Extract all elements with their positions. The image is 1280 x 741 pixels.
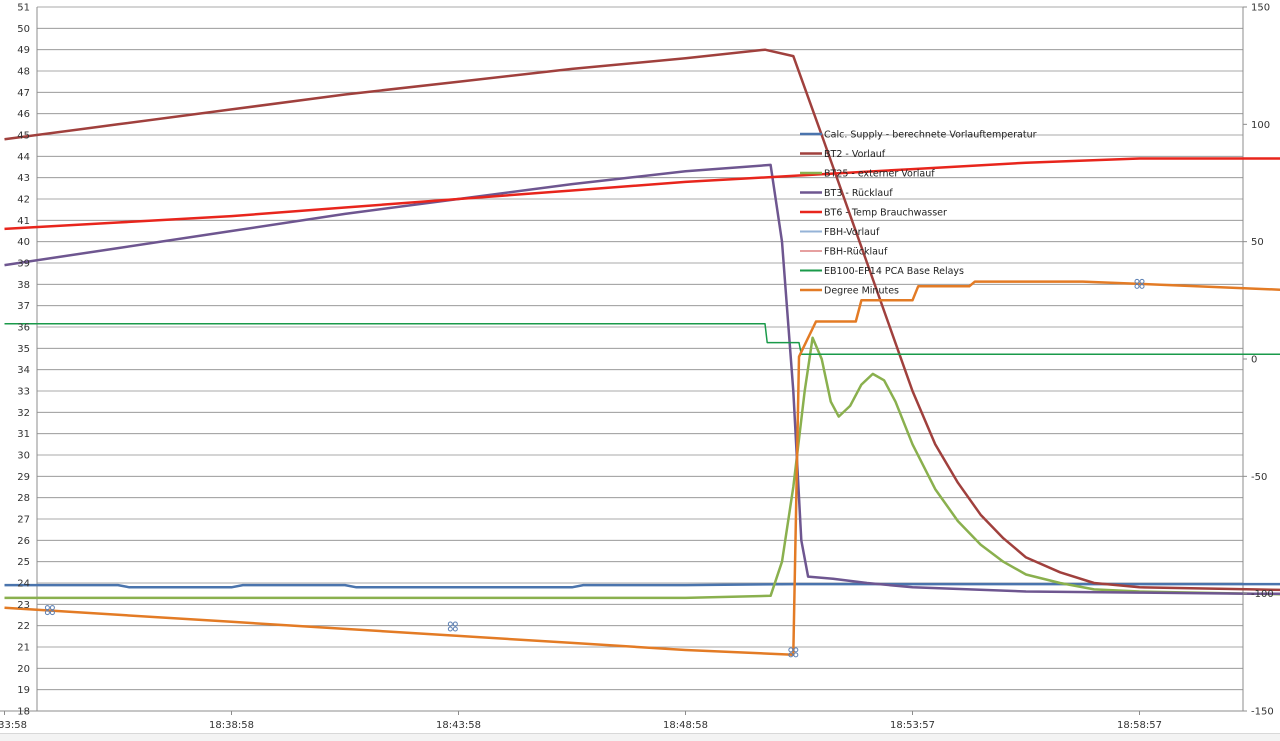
y-left-tick-label: 33	[17, 387, 30, 398]
y-left-tick-label: 45	[17, 131, 30, 142]
legend-label-3: BT3 - Rücklauf	[824, 188, 893, 199]
x-tick-label: 18:58:57	[1117, 720, 1162, 731]
y-left-tick-label: 41	[17, 216, 30, 227]
x-tick-label: 18:48:58	[663, 720, 708, 731]
x-tick-label: 18:38:58	[209, 720, 254, 731]
y-left-tick-label: 23	[17, 600, 30, 611]
legend-label-1: BT2 - Vorlauf	[824, 149, 886, 160]
y-left-tick-label: 26	[17, 536, 30, 547]
y-left-tick-label: 21	[17, 643, 30, 654]
y-left-tick-label: 49	[17, 45, 30, 56]
y-left-tick-label: 22	[17, 621, 30, 632]
y-left-tick-label: 42	[17, 195, 30, 206]
y-right-tick-label: 150	[1251, 3, 1270, 14]
y-left-tick-label: 29	[17, 472, 30, 483]
y-left-tick-label: 44	[17, 152, 30, 163]
y-left-tick-label: 18	[17, 707, 30, 718]
chart: 18 19 20 21 22 23 24 25 26 27 28 29 30 31 32 33 34 35 36 37…	[0, 0, 1280, 740]
y-left-tick-label: 50	[17, 24, 30, 35]
y-left-tick-label: 36	[17, 323, 30, 334]
y-left-tick-label: 35	[17, 344, 30, 355]
y-left-tick-label: 28	[17, 493, 30, 504]
y-left-tick-label: 38	[17, 280, 30, 291]
x-tick-label: 18:53:57	[890, 720, 935, 731]
legend-label-7: EB100-EP14 PCA Base Relays	[824, 266, 964, 277]
y-left-tick-label: 48	[17, 67, 30, 78]
y-left-tick-label: 51	[17, 3, 30, 14]
y-left-tick-label: 24	[17, 579, 30, 590]
y-left-tick-label: 25	[17, 557, 30, 568]
x-tick-label: 18:43:58	[436, 720, 481, 731]
y-right-tick-label: 100	[1251, 120, 1270, 131]
y-left-tick-label: 32	[17, 408, 30, 419]
y-right-tick-label: -100	[1251, 589, 1274, 600]
y-left-tick-label: 27	[17, 515, 30, 526]
x-tick-label: 18:33:58	[0, 720, 27, 731]
y-right-tick-label: 0	[1251, 355, 1257, 366]
y-left-tick-label: 37	[17, 301, 30, 312]
y-left-tick-label: 46	[17, 109, 30, 120]
y-left-tick-label: 34	[17, 365, 30, 376]
y-right-tick-label: 50	[1251, 237, 1264, 248]
y-left-tick-label: 47	[17, 88, 30, 99]
legend-label-5: FBH-Vorlauf	[824, 227, 880, 238]
y-right-tick-label: -50	[1251, 472, 1267, 483]
y-left-tick-label: 20	[17, 664, 30, 675]
y-left-tick-label: 40	[17, 237, 30, 248]
legend-label-6: FBH-Rücklauf	[824, 247, 888, 258]
legend-label-2: BT25 - externer Vorlauf	[824, 169, 935, 180]
y-left-tick-label: 30	[17, 451, 30, 462]
y-left-tick-label: 31	[17, 429, 30, 440]
y-right-tick-label: -150	[1251, 707, 1274, 718]
y-left-tick-label: 43	[17, 173, 30, 184]
y-left-tick-label: 19	[17, 685, 30, 696]
legend-label-0: Calc. Supply - berechnete Vorlauftempera…	[824, 130, 1037, 141]
y-left-tick-label: 39	[17, 259, 30, 270]
legend-label-4: BT6 - Temp Brauchwasser	[824, 208, 947, 219]
legend-label-8: Degree Minutes	[824, 286, 899, 297]
